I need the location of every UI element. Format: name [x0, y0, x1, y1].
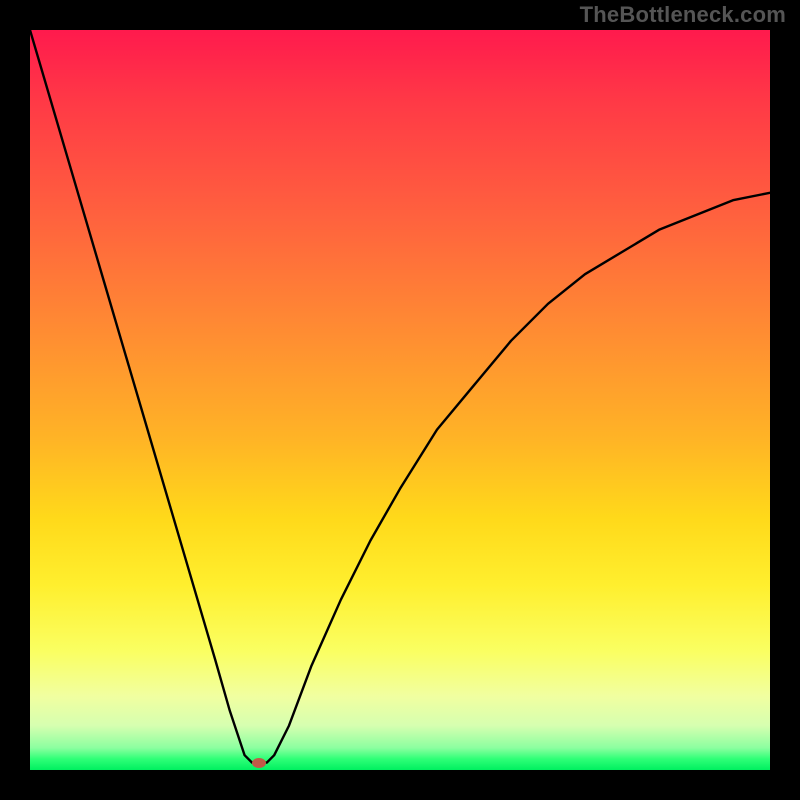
plot-area — [30, 30, 770, 770]
bottleneck-curve-path — [30, 30, 770, 763]
curve-svg — [30, 30, 770, 770]
watermark-text: TheBottleneck.com — [580, 2, 786, 28]
chart-frame: TheBottleneck.com — [0, 0, 800, 800]
optimum-marker — [252, 758, 266, 768]
